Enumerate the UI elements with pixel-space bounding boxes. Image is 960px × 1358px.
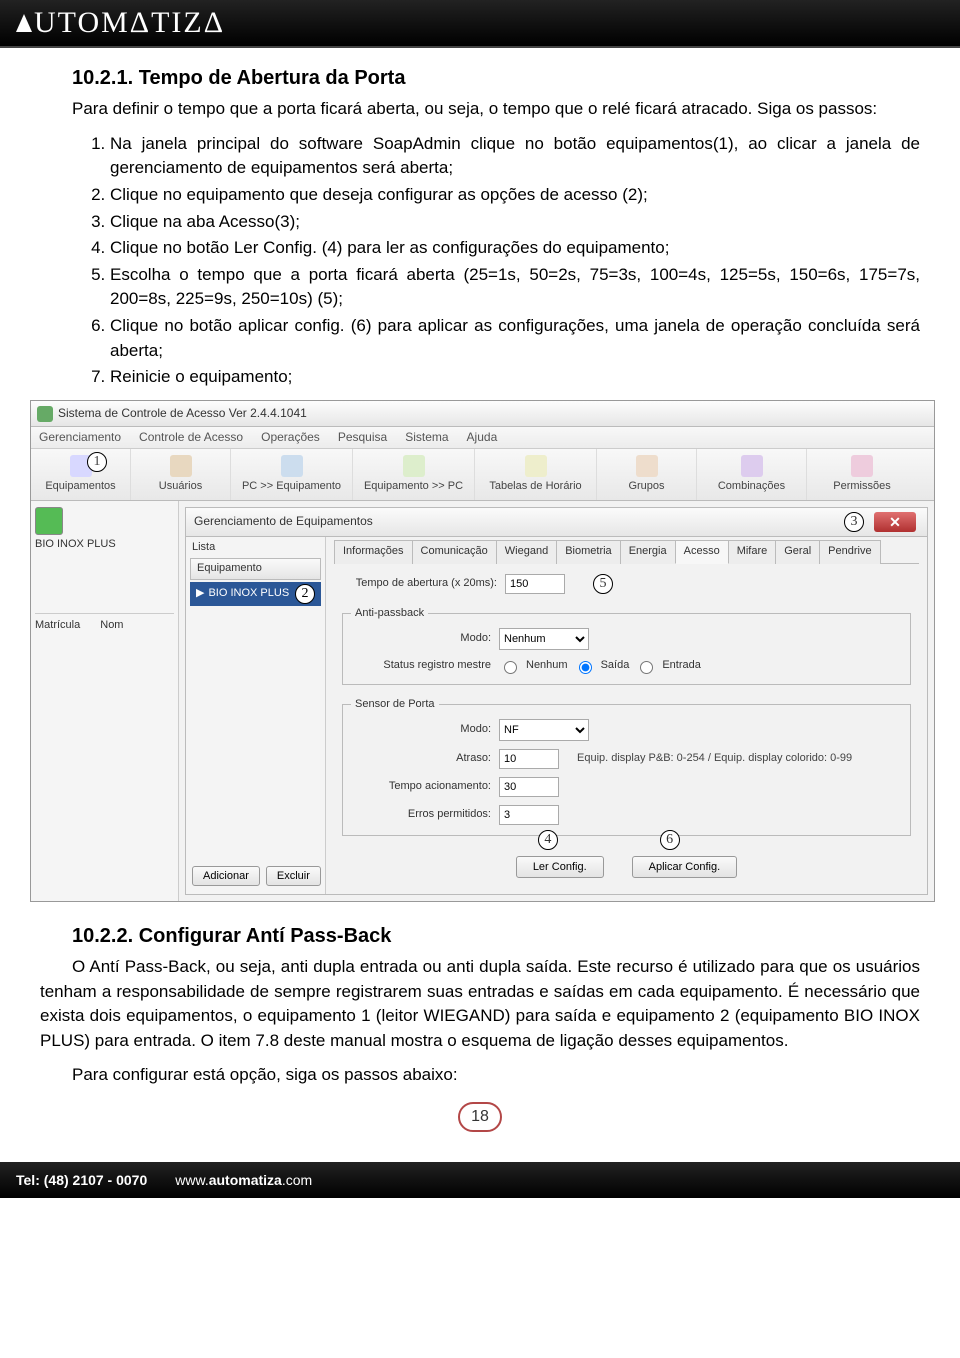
callout-6: 6 bbox=[660, 830, 680, 850]
step-item: Clique na aba Acesso(3); bbox=[110, 210, 920, 235]
tempo-abertura-input[interactable] bbox=[505, 574, 565, 594]
anti-passback-group: Anti-passback Modo: Nenhum Status regist… bbox=[342, 606, 911, 685]
step-item: Na janela principal do software SoapAdmi… bbox=[110, 132, 920, 181]
menubar: Gerenciamento Controle de Acesso Operaçõ… bbox=[31, 427, 934, 449]
tab-mifare[interactable]: Mifare bbox=[728, 540, 777, 564]
menu-item[interactable]: Operações bbox=[261, 429, 320, 446]
radio-nenhum[interactable] bbox=[504, 661, 517, 674]
apply-config-button[interactable]: Aplicar Config. bbox=[632, 856, 738, 878]
download-icon bbox=[403, 455, 425, 477]
window-titlebar: Sistema de Controle de Acesso Ver 2.4.4.… bbox=[31, 401, 934, 427]
atraso-input[interactable] bbox=[499, 749, 559, 769]
step-item: Clique no botão Ler Config. (4) para ler… bbox=[110, 236, 920, 261]
atraso-hint: Equip. display P&B: 0-254 / Equip. displ… bbox=[577, 751, 852, 767]
step-item: Reinicie o equipamento; bbox=[110, 365, 920, 390]
toolbar-combinacoes[interactable]: Combinações bbox=[697, 449, 807, 500]
col-nome: Nom bbox=[100, 618, 123, 634]
step-item: Clique no equipamento que deseja configu… bbox=[110, 183, 920, 208]
callout-1: 1 bbox=[87, 452, 107, 472]
radio-saida[interactable] bbox=[579, 661, 592, 674]
callout-5: 5 bbox=[593, 574, 613, 594]
step-item: Escolha o tempo que a porta ficará abert… bbox=[110, 263, 920, 312]
sidebar: BIO INOX PLUS Matrícula Nom bbox=[31, 501, 179, 901]
tab-wiegand[interactable]: Wiegand bbox=[496, 540, 557, 564]
inner-panel-title: Gerenciamento de Equipamentos 3 ✕ bbox=[185, 507, 928, 537]
app-screenshot: Sistema de Controle de Acesso Ver 2.4.4.… bbox=[30, 400, 935, 902]
tab-energia[interactable]: Energia bbox=[620, 540, 676, 564]
window-title: Sistema de Controle de Acesso Ver 2.4.4.… bbox=[58, 405, 307, 422]
clock-icon bbox=[525, 455, 547, 477]
callout-2: 2 bbox=[295, 584, 315, 604]
callout-3: 3 bbox=[844, 512, 864, 532]
list-label: Lista bbox=[186, 537, 325, 556]
toolbar-pc-to-equip[interactable]: PC >> Equipamento bbox=[231, 449, 353, 500]
erros-label: Erros permitidos: bbox=[351, 807, 491, 823]
section-2-p2: Para configurar está opção, siga os pass… bbox=[40, 1063, 920, 1088]
footer-tel: Tel: (48) 2107 - 0070 bbox=[16, 1172, 147, 1188]
col-matricula: Matrícula bbox=[35, 618, 80, 634]
menu-item[interactable]: Gerenciamento bbox=[39, 429, 121, 446]
logo-triangle-icon bbox=[16, 14, 32, 32]
sensor-modo-label: Modo: bbox=[351, 722, 491, 738]
sensor-group: Sensor de Porta Modo: NF Atraso: bbox=[342, 697, 911, 836]
app-icon bbox=[37, 406, 53, 422]
radio-entrada[interactable] bbox=[640, 661, 653, 674]
toolbar-equip-to-pc[interactable]: Equipamento >> PC bbox=[353, 449, 475, 500]
device-icon[interactable] bbox=[35, 507, 63, 535]
tempo-acion-label: Tempo acionamento: bbox=[351, 779, 491, 795]
menu-item[interactable]: Ajuda bbox=[467, 429, 498, 446]
tabs: Informações Comunicação Wiegand Biometri… bbox=[334, 539, 919, 564]
tab-geral[interactable]: Geral bbox=[775, 540, 820, 564]
step-item: Clique no botão aplicar config. (6) para… bbox=[110, 314, 920, 363]
logo-text: UTOMΔTIZΔ bbox=[34, 6, 225, 40]
section-1-heading: 10.2.1. Tempo de Abertura da Porta bbox=[72, 64, 920, 93]
menu-item[interactable]: Sistema bbox=[405, 429, 448, 446]
toolbar-grupos[interactable]: Grupos bbox=[597, 449, 697, 500]
footer-website: www.automatiza.com bbox=[175, 1172, 312, 1188]
brand-header: UTOMΔTIZΔ bbox=[0, 0, 960, 48]
modo-label: Modo: bbox=[351, 631, 491, 647]
tab-comunicacao[interactable]: Comunicação bbox=[412, 540, 497, 564]
menu-item[interactable]: Controle de Acesso bbox=[139, 429, 243, 446]
tab-biometria[interactable]: Biometria bbox=[556, 540, 620, 564]
toolbar-tabelas[interactable]: Tabelas de Horário bbox=[475, 449, 597, 500]
combo-icon bbox=[741, 455, 763, 477]
tempo-acion-input[interactable] bbox=[499, 777, 559, 797]
tab-pendrive[interactable]: Pendrive bbox=[819, 540, 880, 564]
callout-4: 4 bbox=[538, 830, 558, 850]
groups-icon bbox=[636, 455, 658, 477]
equipment-list: Lista Equipamento ▶ BIO INOX PLUS 2 Adic… bbox=[186, 537, 326, 894]
modo-select[interactable]: Nenhum bbox=[499, 628, 589, 650]
perm-icon bbox=[851, 455, 873, 477]
status-label: Status registro mestre bbox=[351, 658, 491, 674]
sensor-modo-select[interactable]: NF bbox=[499, 719, 589, 741]
menu-item[interactable]: Pesquisa bbox=[338, 429, 387, 446]
section-1-intro: Para definir o tempo que a porta ficará … bbox=[40, 97, 920, 122]
list-header: Equipamento bbox=[190, 558, 321, 580]
upload-icon bbox=[281, 455, 303, 477]
section-2-p1: O Antí Pass-Back, ou seja, anti dupla en… bbox=[40, 955, 920, 1054]
close-icon[interactable]: ✕ bbox=[874, 512, 916, 532]
tab-informacoes[interactable]: Informações bbox=[334, 540, 413, 564]
page-number: 18 bbox=[458, 1102, 502, 1132]
toolbar-equipamentos[interactable]: Equipamentos 1 bbox=[31, 449, 131, 500]
device-name: BIO INOX PLUS bbox=[35, 537, 174, 553]
users-icon bbox=[170, 455, 192, 477]
tab-acesso[interactable]: Acesso bbox=[675, 540, 729, 564]
read-config-button[interactable]: Ler Config. bbox=[516, 856, 604, 878]
steps-list: Na janela principal do software SoapAdmi… bbox=[40, 132, 920, 390]
toolbar: Equipamentos 1 Usuários PC >> Equipament… bbox=[31, 449, 934, 501]
toolbar-usuarios[interactable]: Usuários bbox=[131, 449, 231, 500]
delete-button[interactable]: Excluir bbox=[266, 866, 321, 886]
atraso-label: Atraso: bbox=[351, 751, 491, 767]
page-footer: Tel: (48) 2107 - 0070 www.automatiza.com bbox=[0, 1162, 960, 1198]
erros-input[interactable] bbox=[499, 805, 559, 825]
add-button[interactable]: Adicionar bbox=[192, 866, 260, 886]
section-2-heading: 10.2.2. Configurar Antí Pass-Back bbox=[72, 922, 920, 951]
list-item-selected[interactable]: ▶ BIO INOX PLUS 2 bbox=[190, 582, 321, 606]
toolbar-permissoes[interactable]: Permissões bbox=[807, 449, 917, 500]
tempo-abertura-label: Tempo de abertura (x 20ms): bbox=[342, 576, 497, 592]
